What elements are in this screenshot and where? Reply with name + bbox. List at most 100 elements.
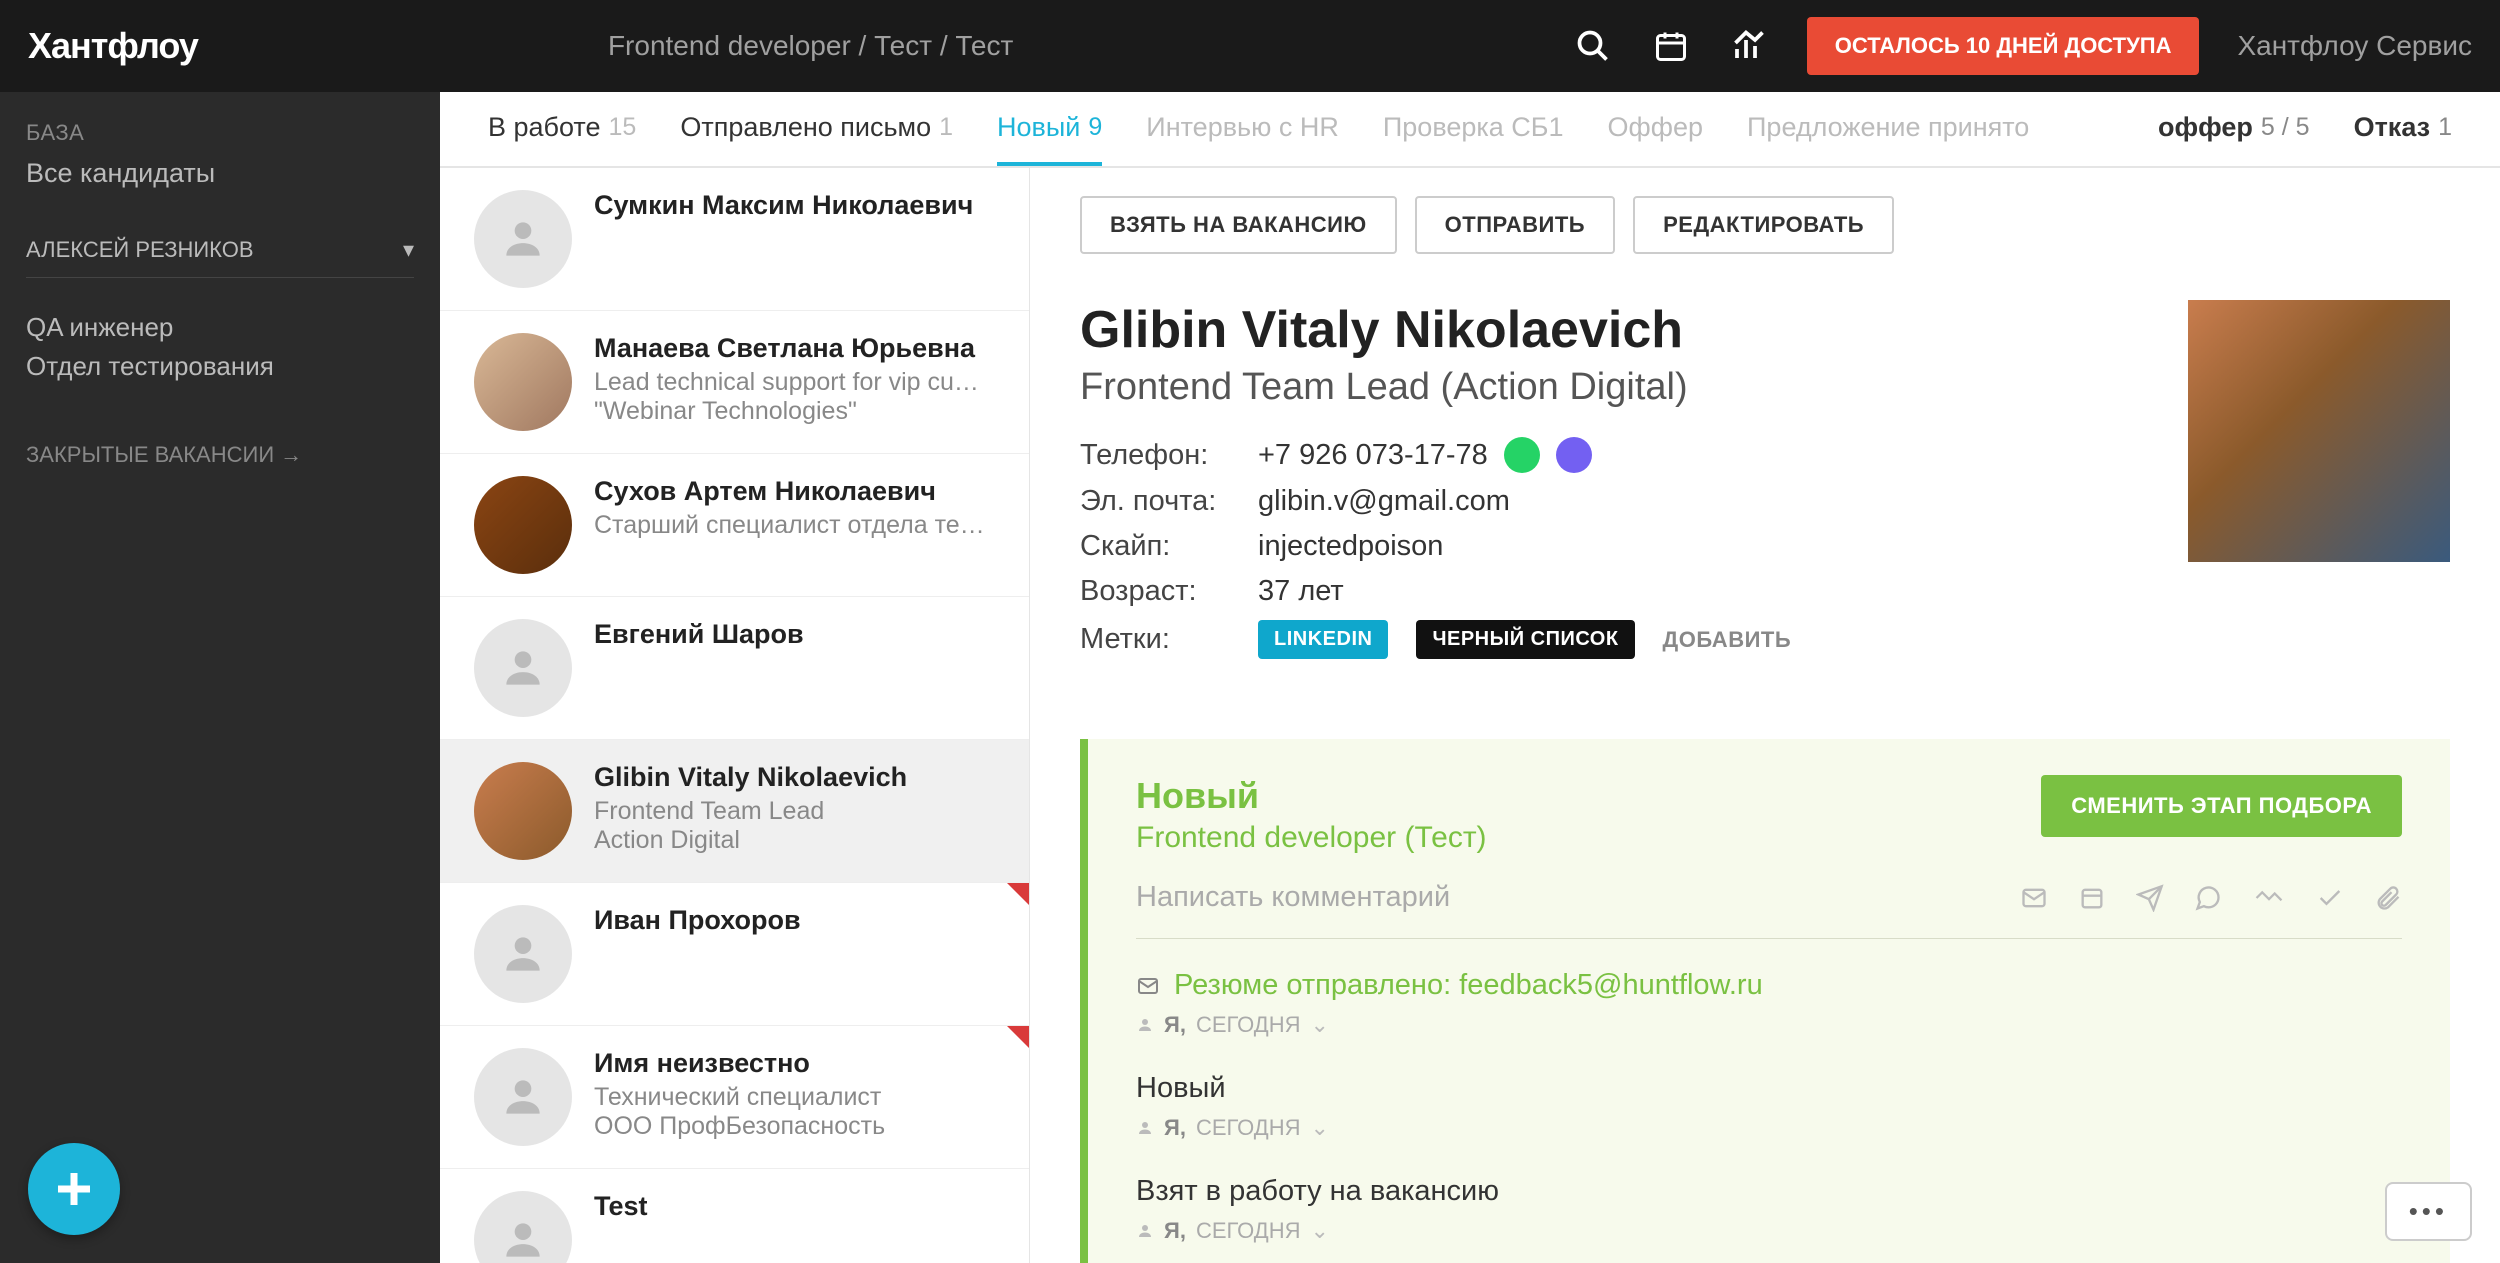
chevron-down-icon[interactable]: ⌄	[1310, 1115, 1328, 1141]
sidebar-base-label: БАЗА	[26, 120, 414, 146]
tab-Проверка СБ1[interactable]: Проверка СБ1	[1383, 92, 1564, 166]
chat-icon[interactable]	[2194, 884, 2222, 912]
sidebar-all-candidates[interactable]: Все кандидаты	[26, 158, 414, 189]
avatar	[474, 1191, 572, 1263]
candidate-name: Glibin Vitaly Nikolaevich	[594, 762, 1001, 793]
comment-input[interactable]: Написать комментарий	[1136, 881, 2020, 914]
candidate-item[interactable]: Манаева Светлана ЮрьевнаLead technical s…	[440, 311, 1029, 454]
phone-value: +7 926 073-17-78	[1258, 439, 1488, 472]
logo[interactable]: Хантфлоу	[28, 25, 198, 67]
candidate-position: Frontend Team Lead (Action Digital)	[1080, 366, 2148, 409]
sidebar: БАЗА Все кандидаты АЛЕКСЕЙ РЕЗНИКОВ ▾ QA…	[0, 92, 440, 1263]
candidate-item[interactable]: Сухов Артем НиколаевичСтарший специалист…	[440, 454, 1029, 597]
user-name: АЛЕКСЕЙ РЕЗНИКОВ	[26, 237, 254, 263]
skype-label: Скайп:	[1080, 530, 1258, 563]
age-value: 37 лет	[1258, 575, 1344, 608]
user-selector[interactable]: АЛЕКСЕЙ РЕЗНИКОВ ▾	[26, 237, 414, 278]
trial-button[interactable]: ОСТАЛОСЬ 10 ДНЕЙ ДОСТУПА	[1807, 17, 2200, 75]
candidate-name: Сухов Артем Николаевич	[594, 476, 1001, 507]
candidate-item[interactable]: Test	[440, 1169, 1029, 1263]
chevron-down-icon[interactable]: ⌄	[1310, 1012, 1328, 1038]
add-button[interactable]	[28, 1143, 120, 1235]
avatar	[474, 619, 572, 717]
candidate-name: Имя неизвестно	[594, 1048, 1001, 1079]
candidate-name: Test	[594, 1191, 1001, 1222]
skype-value: injectedpoison	[1258, 530, 1443, 563]
avatar	[474, 1048, 572, 1146]
email-label: Эл. почта:	[1080, 485, 1258, 518]
candidate-list: Сумкин Максим Николаевич Манаева Светлана…	[440, 168, 1030, 1263]
tag[interactable]: ЧЕРНЫЙ СПИСОК	[1416, 620, 1634, 659]
calendar-small-icon[interactable]	[2078, 884, 2106, 912]
activity-item: НовыйЯ,СЕГОДНЯ⌄	[1136, 1072, 2402, 1141]
breadcrumb[interactable]: Frontend developer / Тест / Тест	[608, 30, 1013, 62]
action-button[interactable]: ОТПРАВИТЬ	[1415, 196, 1615, 254]
chevron-down-icon[interactable]: ⌄	[1310, 1218, 1328, 1244]
candidate-detail: ВЗЯТЬ НА ВАКАНСИЮОТПРАВИТЬРЕДАКТИРОВАТЬ …	[1030, 168, 2500, 1263]
chevron-down-icon: ▾	[403, 237, 414, 263]
activity-text[interactable]: Резюме отправлено: feedback5@huntflow.ru	[1174, 969, 1763, 1002]
avatar	[474, 333, 572, 431]
candidate-item[interactable]: Иван Прохоров	[440, 883, 1029, 1026]
email-value[interactable]: glibin.v@gmail.com	[1258, 485, 1510, 518]
avatar	[474, 905, 572, 1003]
phone-label: Телефон:	[1080, 439, 1258, 472]
stage-subtitle[interactable]: Frontend developer (Тест)	[1136, 821, 1487, 855]
candidate-item[interactable]: Glibin Vitaly NikolaevichFrontend Team L…	[440, 740, 1029, 883]
candidate-name: Glibin Vitaly Nikolaevich	[1080, 300, 2148, 360]
avatar	[474, 190, 572, 288]
sidebar-vacancy-item[interactable]: Отдел тестирования	[26, 351, 414, 382]
stage-box: Новый Frontend developer (Тест) СМЕНИТЬ …	[1080, 739, 2450, 1263]
tab-Предложение принято[interactable]: Предложение принято	[1747, 92, 2029, 166]
check-icon[interactable]	[2316, 884, 2344, 912]
avatar	[474, 476, 572, 574]
stats-icon[interactable]	[1729, 26, 1769, 66]
service-link[interactable]: Хантфлоу Сервис	[2237, 30, 2472, 62]
search-icon[interactable]	[1573, 26, 1613, 66]
tab-Новый[interactable]: Новый9	[997, 92, 1102, 166]
stage-title: Новый	[1136, 775, 1487, 817]
candidate-item[interactable]: Евгений Шаров	[440, 597, 1029, 740]
candidate-name: Сумкин Максим Николаевич	[594, 190, 1001, 221]
viber-icon[interactable]	[1556, 437, 1592, 473]
tab-Оффер[interactable]: Оффер	[1608, 92, 1703, 166]
avatar	[474, 762, 572, 860]
mail-icon[interactable]	[2020, 884, 2048, 912]
age-label: Возраст:	[1080, 575, 1258, 608]
tabs-row: В работе15 Отправлено письмо1 Новый9 Интерв…	[440, 92, 2500, 168]
change-stage-button[interactable]: СМЕНИТЬ ЭТАП ПОДБОРА	[2041, 775, 2402, 837]
tab-Отправлено письмо[interactable]: Отправлено письмо1	[680, 92, 953, 166]
candidate-name: Иван Прохоров	[594, 905, 1001, 936]
action-button[interactable]: РЕДАКТИРОВАТЬ	[1633, 196, 1894, 254]
tab-В работе[interactable]: В работе15	[488, 92, 636, 166]
tab-right-Отказ[interactable]: Отказ1	[2354, 92, 2452, 166]
tab-Интервью с HR[interactable]: Интервью с HR	[1146, 92, 1339, 166]
tab-right-оффер[interactable]: оффер5 / 5	[2158, 92, 2310, 166]
action-button[interactable]: ВЗЯТЬ НА ВАКАНСИЮ	[1080, 196, 1397, 254]
attention-marker	[1007, 883, 1029, 905]
header: Хантфлоу Frontend developer / Тест / Тес…	[0, 0, 2500, 92]
candidate-photo	[2188, 300, 2450, 562]
chat-widget[interactable]: •••	[2385, 1182, 2472, 1241]
arrow-right-icon: →	[280, 442, 302, 468]
activity-item: Резюме отправлено: feedback5@huntflow.ru…	[1136, 969, 2402, 1038]
tag[interactable]: LINKEDIN	[1258, 620, 1388, 659]
tags-label: Метки:	[1080, 623, 1258, 656]
candidate-item[interactable]: Сумкин Максим Николаевич	[440, 168, 1029, 311]
activity-item: Взят в работу на вакансиюЯ,СЕГОДНЯ⌄	[1136, 1175, 2402, 1244]
candidate-name: Манаева Светлана Юрьевна	[594, 333, 1001, 364]
whatsapp-icon[interactable]	[1504, 437, 1540, 473]
candidate-name: Евгений Шаров	[594, 619, 1001, 650]
attach-icon[interactable]	[2374, 884, 2402, 912]
add-tag-button[interactable]: ДОБАВИТЬ	[1663, 627, 1792, 653]
send-icon[interactable]	[2136, 884, 2164, 912]
attention-marker	[1007, 1026, 1029, 1048]
calendar-icon[interactable]	[1651, 26, 1691, 66]
closed-vacancies[interactable]: ЗАКРЫТЫЕ ВАКАНСИИ →	[26, 442, 414, 468]
closed-label: ЗАКРЫТЫЕ ВАКАНСИИ	[26, 442, 274, 468]
candidate-item[interactable]: Имя неизвестноТехнический специалистООО …	[440, 1026, 1029, 1169]
activity-text: Взят в работу на вакансию	[1136, 1175, 1499, 1208]
activity-text: Новый	[1136, 1072, 1226, 1105]
handshake-icon[interactable]	[2252, 884, 2286, 912]
sidebar-vacancy-item[interactable]: QA инженер	[26, 312, 414, 343]
